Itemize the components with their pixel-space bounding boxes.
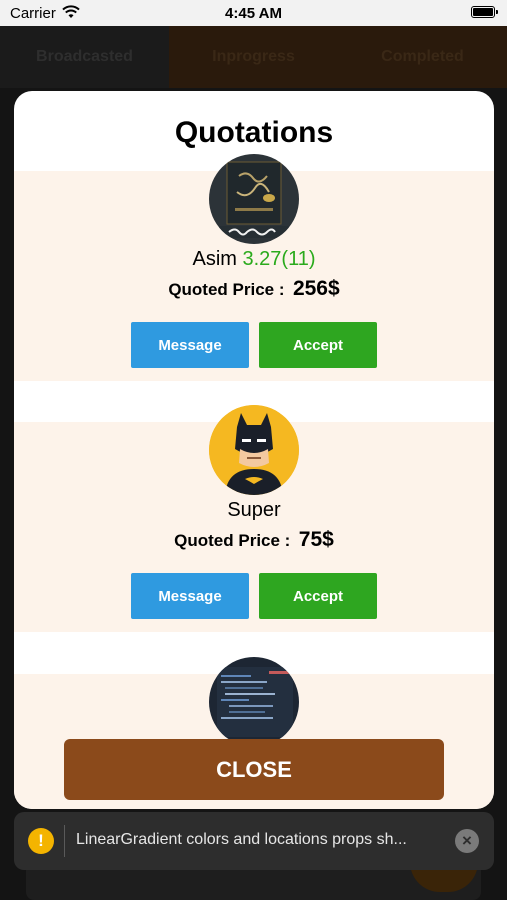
clock: 4:45 AM [225, 5, 282, 22]
quoted-price-line: Quoted Price : 256$ [14, 277, 494, 301]
message-button[interactable]: Message [131, 573, 249, 619]
quote-card: Asim 3.27(11) Quoted Price : 256$ Messag… [14, 154, 494, 381]
close-button[interactable]: CLOSE [64, 739, 444, 800]
calligraphy-avatar [209, 154, 299, 244]
batman-avatar [209, 405, 299, 495]
battery-icon [471, 6, 498, 18]
tab-completed[interactable]: Completed [338, 26, 507, 88]
quoted-price-label: Quoted Price : [174, 531, 291, 550]
warning-toast[interactable]: ! LinearGradient colors and locations pr… [14, 812, 494, 870]
quoter-rating: 3.27(11) [242, 248, 316, 270]
quoted-price-value: 256$ [292, 277, 340, 300]
quoted-price-line: Quoted Price : 75$ [14, 528, 494, 552]
toast-message: LinearGradient colors and locations prop… [76, 831, 407, 848]
close-icon[interactable]: × [455, 829, 479, 853]
tab-inprogress[interactable]: Inprogress [169, 26, 338, 88]
code-screen-avatar [209, 657, 299, 747]
quoter-name: Asim [192, 248, 237, 270]
toast-divider [64, 825, 65, 857]
message-button[interactable]: Message [131, 322, 249, 368]
quoter-name-line: Asim 3.27(11) [14, 248, 494, 271]
modal-title: Quotations [174, 116, 334, 149]
warning-icon: ! [28, 828, 54, 854]
quoter-name-line: Super [14, 499, 494, 522]
accept-button[interactable]: Accept [259, 322, 377, 368]
status-bar: Carrier 4:45 AM [0, 0, 507, 26]
accept-button[interactable]: Accept [259, 573, 377, 619]
quote-card: Super Quoted Price : 75$ Message Accept [14, 405, 494, 632]
tab-broadcasted[interactable]: Broadcasted [0, 26, 169, 88]
quotations-modal: Quotations Asim 3.27(11) Quoted Price : … [14, 91, 494, 809]
quoted-price-label: Quoted Price : [168, 280, 285, 299]
tab-bar: Broadcasted Inprogress Completed [0, 26, 507, 88]
quoted-price-value: 75$ [298, 528, 334, 551]
quoter-name: Super [227, 499, 281, 521]
